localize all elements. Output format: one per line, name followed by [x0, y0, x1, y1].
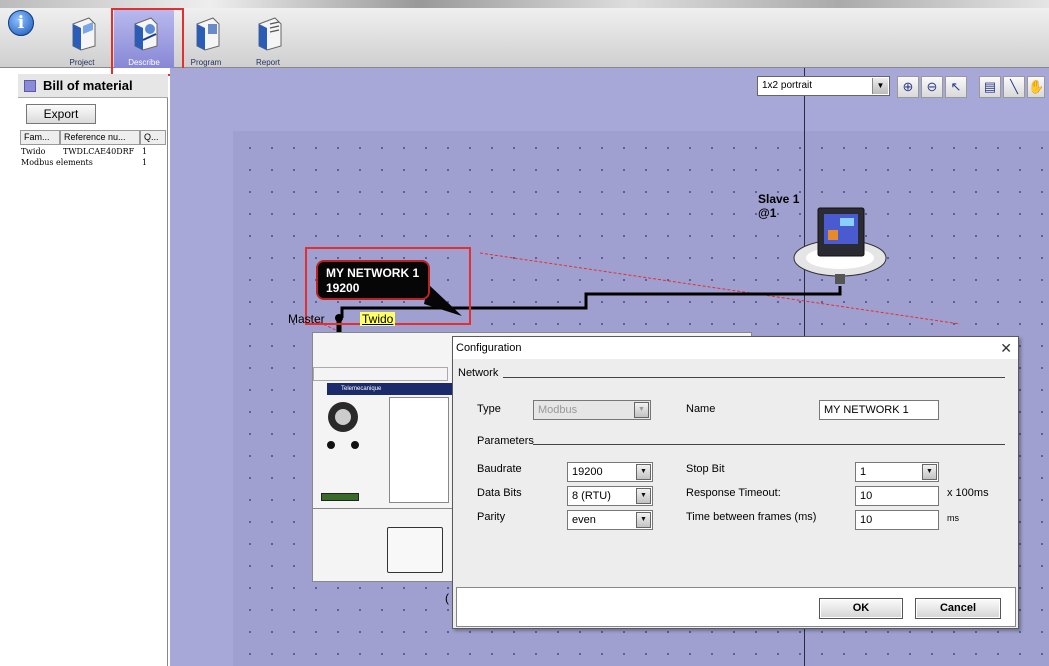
- response-timeout-label: Response Timeout:: [686, 487, 781, 499]
- bom-titlebar: Bill of material: [18, 74, 168, 98]
- dialog-title: Configuration: [453, 337, 1018, 359]
- parity-value: even: [572, 514, 596, 526]
- configuration-dialog: Configuration ✕ Network Type Modbus ▼ Na…: [452, 336, 1019, 629]
- databits-select[interactable]: 8 (RTU) ▼: [567, 486, 653, 506]
- table-row-qty: 1: [142, 158, 148, 167]
- type-label: Type: [477, 403, 501, 415]
- parity-select[interactable]: even ▼: [567, 510, 653, 530]
- table-row-family: Twido: [21, 147, 46, 156]
- table-row-qty: 1: [142, 147, 148, 156]
- chevron-down-icon: ▼: [636, 512, 651, 528]
- cancel-button[interactable]: Cancel: [915, 598, 1001, 619]
- table-row-family: Modbus elements: [21, 158, 93, 167]
- baudrate-value: 19200: [572, 466, 603, 478]
- parameters-group-line: [533, 444, 1005, 445]
- column-family[interactable]: Fam...: [20, 130, 60, 145]
- chevron-down-icon: ▼: [636, 488, 651, 504]
- time-between-unit: ms: [947, 513, 959, 523]
- response-timeout-input[interactable]: 10: [855, 486, 939, 506]
- tool-report[interactable]: Report: [238, 10, 298, 68]
- tool-project[interactable]: Project: [52, 10, 112, 68]
- type-value: Modbus: [538, 404, 578, 416]
- slave-device-icon[interactable]: [790, 200, 890, 290]
- report-icon: [258, 17, 282, 51]
- export-button[interactable]: Export: [26, 104, 96, 124]
- main-toolbar: i Project Describe Program Report: [0, 0, 1049, 76]
- bom-title: Bill of material: [43, 78, 133, 93]
- serial-port-icon: [327, 402, 359, 449]
- network-group-label: Network: [458, 367, 499, 379]
- tool-report-label: Report: [255, 58, 280, 67]
- parity-label: Parity: [477, 511, 506, 523]
- table-row-reference: TWDLCAE40DRF: [63, 147, 135, 156]
- type-select[interactable]: Modbus ▼: [533, 400, 651, 420]
- name-input[interactable]: MY NETWORK 1: [819, 400, 939, 420]
- toolbar-top-strip: [0, 0, 1049, 8]
- chevron-down-icon: ▼: [636, 464, 651, 480]
- device-divider: [313, 508, 453, 509]
- time-between-input[interactable]: 10: [855, 510, 939, 530]
- tool-program-label: Program: [190, 58, 222, 67]
- device-partial-text: (: [445, 591, 449, 605]
- baudrate-label: Baudrate: [477, 463, 522, 475]
- parameters-group-label: Parameters: [477, 435, 534, 447]
- master-label: Master: [288, 312, 325, 326]
- ok-button[interactable]: OK: [819, 598, 903, 619]
- column-quantity[interactable]: Q...: [140, 130, 166, 145]
- stopbit-label: Stop Bit: [686, 463, 725, 475]
- response-timeout-unit: x 100ms: [947, 487, 989, 499]
- databits-value: 8 (RTU): [572, 490, 611, 502]
- device-strip: [313, 367, 448, 381]
- io-connector: [321, 493, 359, 501]
- databits-label: Data Bits: [477, 487, 522, 499]
- stopbit-value: 1: [860, 466, 867, 478]
- baudrate-select[interactable]: 19200 ▼: [567, 462, 653, 482]
- expansion-port: [387, 527, 443, 573]
- time-between-label: Time between frames (ms): [686, 511, 817, 523]
- network-group-line: [503, 377, 1005, 378]
- bom-square-icon: [24, 80, 36, 92]
- stopbit-select[interactable]: 1 ▼: [855, 462, 939, 482]
- device-brand-bar: Telemecanique: [327, 383, 452, 395]
- dialog-footer: OK Cancel: [456, 587, 1016, 627]
- project-icon: [72, 17, 96, 51]
- chevron-down-icon: ▼: [922, 464, 937, 480]
- tool-project-label: Project: [69, 58, 95, 67]
- program-icon: [196, 17, 220, 51]
- chevron-down-icon: ▼: [634, 402, 649, 418]
- tool-program[interactable]: Program: [176, 10, 236, 68]
- close-icon[interactable]: ✕: [1000, 337, 1012, 359]
- name-label: Name: [686, 403, 716, 415]
- info-icon[interactable]: i: [8, 10, 34, 36]
- device-panel: [389, 397, 449, 503]
- twido-label[interactable]: Twido: [360, 312, 396, 326]
- bill-of-material-panel: Bill of material Export Fam... Reference…: [18, 74, 168, 666]
- describe-highlight-box: [111, 8, 184, 76]
- column-reference[interactable]: Reference nu...: [60, 130, 140, 145]
- device-brand: Telemecanique: [341, 386, 382, 392]
